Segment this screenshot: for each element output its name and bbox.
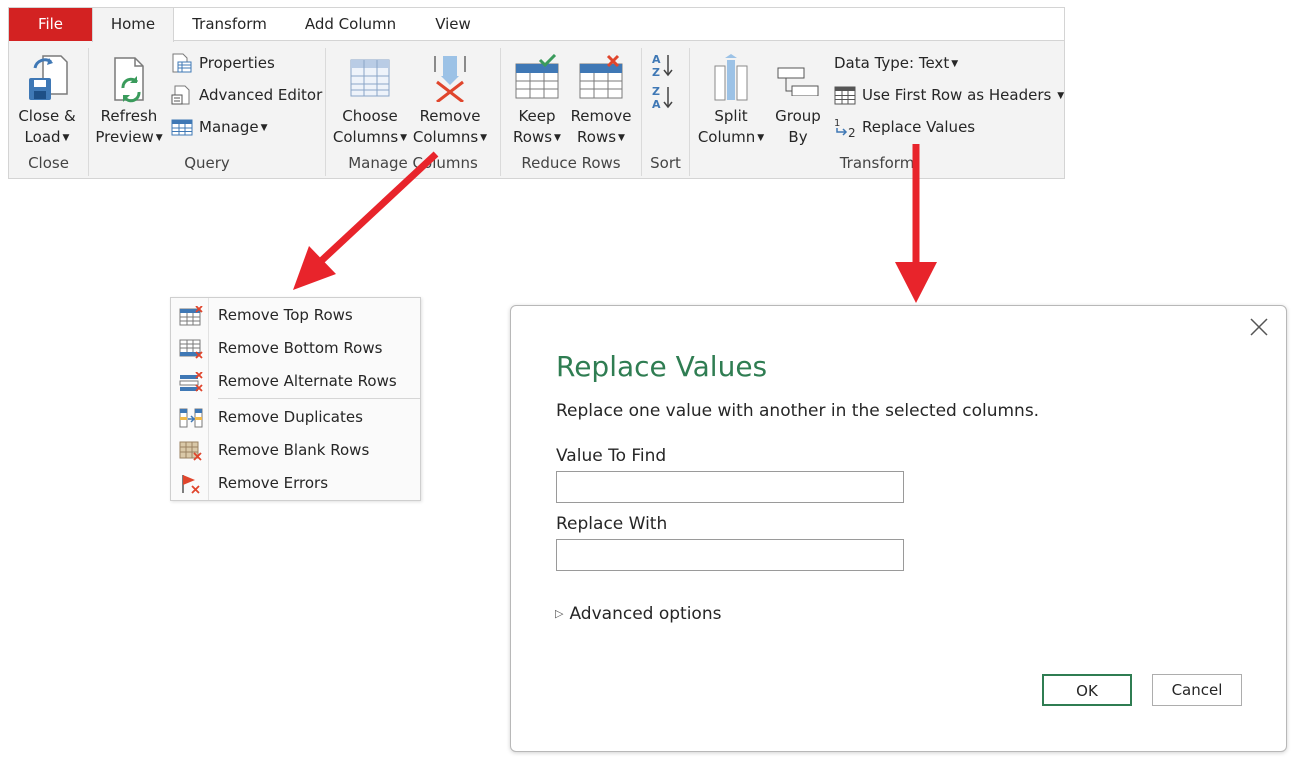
close-load-button[interactable]: Close & Load ▼	[11, 48, 83, 154]
tab-transform[interactable]: Transform	[181, 8, 278, 41]
replace-values-icon: 1 2	[834, 118, 856, 139]
use-first-row-headers-icon	[834, 86, 856, 105]
keep-rows-label-2: Rows ▼	[513, 128, 561, 146]
advanced-editor-label: Advanced Editor	[199, 86, 323, 104]
close-load-label-2: Load ▼	[24, 128, 70, 146]
split-column-icon	[714, 54, 748, 101]
choose-columns-label-1: Choose	[342, 107, 398, 125]
remove-rows-menu: Remove Top Rows Remove Bottom Rows Remov…	[170, 297, 421, 501]
group-by-label-2: By	[788, 128, 808, 146]
menu-item-label: Remove Bottom Rows	[218, 339, 383, 357]
menu-item-remove-top-rows[interactable]: Remove Top Rows	[171, 299, 420, 332]
cancel-button[interactable]: Cancel	[1152, 674, 1242, 706]
remove-rows-label-1: Remove	[570, 107, 632, 125]
remove-columns-icon	[434, 56, 466, 102]
remove-columns-label-2: Columns ▼	[412, 128, 488, 146]
keep-rows-button[interactable]: Keep Rows ▼	[507, 48, 567, 154]
sort-descending-icon[interactable]: Z A	[651, 84, 677, 110]
remove-errors-icon	[182, 475, 200, 494]
remove-columns-button[interactable]: Remove Columns ▼	[411, 48, 489, 154]
group-label-reduce-rows: Reduce Rows	[521, 154, 621, 172]
manage-label: Manage ▼	[199, 118, 268, 136]
remove-duplicates-icon	[179, 408, 203, 428]
svg-text:A: A	[652, 98, 661, 110]
split-column-button[interactable]: Split Column ▼	[695, 48, 767, 154]
value-to-find-input[interactable]	[556, 471, 904, 503]
svg-text:Z: Z	[652, 66, 660, 78]
data-type-label: Data Type: Text ▼	[834, 54, 959, 72]
refresh-preview-label-1: Refresh	[100, 107, 158, 125]
properties-icon	[172, 53, 192, 73]
remove-columns-label-1: Remove	[419, 107, 481, 125]
tab-home[interactable]: Home	[92, 8, 174, 42]
keep-rows-icon	[515, 54, 559, 99]
properties-label: Properties	[199, 54, 275, 72]
refresh-preview-icon	[114, 57, 144, 103]
group-label-query: Query	[184, 154, 230, 172]
use-first-row-label: Use First Row as Headers ▼	[862, 86, 1065, 104]
replace-with-input[interactable]	[556, 539, 904, 571]
menu-item-remove-alternate-rows[interactable]: Remove Alternate Rows	[171, 365, 420, 398]
menu-item-remove-duplicates[interactable]: Remove Duplicates	[171, 401, 420, 434]
advanced-options-toggle[interactable]: ▷ Advanced options	[555, 604, 721, 624]
ok-button[interactable]: OK	[1042, 674, 1132, 706]
remove-rows-button[interactable]: Remove Rows ▼	[569, 48, 633, 154]
svg-text:A: A	[652, 53, 661, 66]
manage-icon	[171, 119, 193, 136]
menu-item-label: Remove Blank Rows	[218, 441, 370, 459]
close-load-icon	[29, 55, 68, 100]
refresh-preview-label-2: Preview ▼	[95, 128, 163, 146]
tab-add-column[interactable]: Add Column	[293, 8, 408, 41]
keep-rows-label-1: Keep	[518, 107, 556, 125]
close-icon[interactable]	[1248, 316, 1270, 338]
replace-values-label: Replace Values	[862, 118, 976, 136]
tab-file[interactable]: File	[9, 8, 92, 41]
remove-top-rows-icon	[179, 306, 203, 326]
svg-text:1: 1	[834, 118, 840, 129]
menu-item-remove-bottom-rows[interactable]: Remove Bottom Rows	[171, 332, 420, 365]
menu-item-remove-blank-rows[interactable]: Remove Blank Rows	[171, 434, 420, 467]
value-to-find-label: Value To Find	[556, 446, 667, 466]
group-label-manage-columns: Manage Columns	[348, 154, 478, 172]
menu-item-label: Remove Alternate Rows	[218, 372, 397, 390]
remove-bottom-rows-icon	[179, 339, 203, 359]
group-label-sort: Sort	[650, 154, 681, 172]
menu-item-label: Remove Duplicates	[218, 408, 363, 426]
group-label-transform: Transform	[839, 154, 915, 172]
menu-item-label: Remove Top Rows	[218, 306, 353, 324]
svg-text:Z: Z	[652, 85, 660, 98]
choose-columns-label-2: Columns ▼	[332, 128, 408, 146]
expand-triangle-icon: ▷	[555, 607, 564, 620]
refresh-preview-button[interactable]: Refresh Preview ▼	[93, 48, 165, 154]
choose-columns-button[interactable]: Choose Columns ▼	[331, 48, 409, 154]
dialog-title: Replace Values	[556, 350, 768, 383]
dialog-description: Replace one value with another in the se…	[556, 401, 1040, 421]
remove-alternate-rows-icon	[179, 372, 203, 392]
split-column-label-1: Split	[714, 107, 748, 125]
svg-text:2: 2	[848, 126, 856, 139]
tab-view[interactable]: View	[423, 8, 483, 41]
ribbon: File Home Transform Add Column View Clos…	[8, 7, 1065, 179]
advanced-options-label: Advanced options	[569, 604, 722, 624]
group-label-close: Close	[28, 154, 69, 172]
split-column-label-2: Column ▼	[697, 128, 765, 146]
remove-blank-rows-icon	[179, 441, 202, 461]
group-by-button[interactable]: Group By	[769, 48, 827, 154]
advanced-editor-icon	[171, 85, 190, 105]
replace-with-label: Replace With	[556, 514, 668, 534]
close-load-label-1: Close &	[18, 107, 76, 125]
group-by-icon	[777, 67, 819, 96]
group-by-label-1: Group	[775, 107, 821, 125]
remove-rows-icon	[579, 54, 623, 99]
menu-item-remove-errors[interactable]: Remove Errors	[171, 467, 420, 500]
sort-ascending-icon[interactable]: A Z	[651, 52, 677, 78]
ribbon-tab-bar: File Home Transform Add Column View	[9, 8, 1064, 42]
replace-values-dialog: Replace Values Replace one value with an…	[510, 305, 1287, 752]
menu-separator	[218, 398, 420, 399]
choose-columns-icon	[350, 59, 390, 97]
remove-rows-label-2: Rows ▼	[577, 128, 625, 146]
menu-item-label: Remove Errors	[218, 474, 329, 492]
